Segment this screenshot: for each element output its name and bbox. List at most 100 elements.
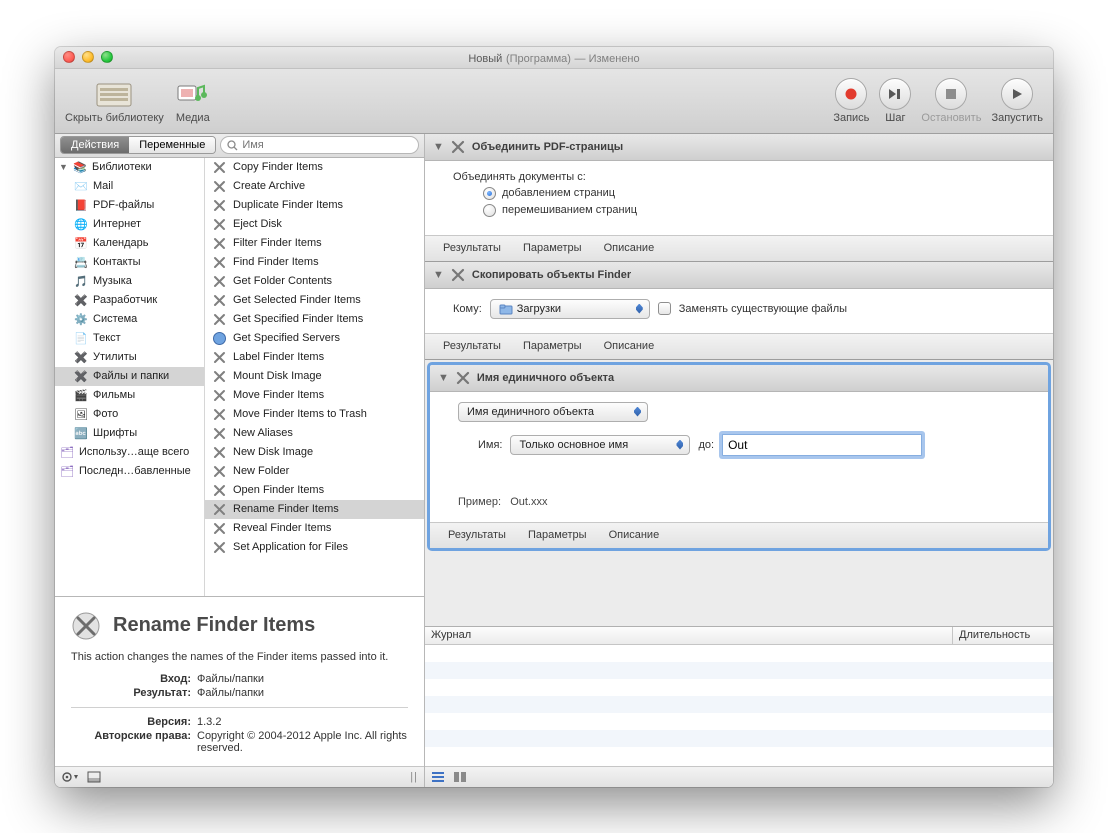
disclosure-icon[interactable]: ▼ — [433, 141, 444, 153]
automator-cross-icon — [211, 406, 227, 422]
tree-item[interactable]: ✖️Утилиты — [55, 348, 204, 367]
action-list-item[interactable]: Copy Finder Items — [205, 158, 424, 177]
tree-item[interactable]: 📄Текст — [55, 329, 204, 348]
hide-library-button[interactable]: Скрыть библиотеку — [65, 78, 164, 124]
search-field[interactable] — [220, 136, 419, 154]
action-list-item[interactable]: Open Finder Items — [205, 481, 424, 500]
disclosure-icon[interactable]: ▼ — [438, 372, 449, 384]
action-list-item[interactable]: Get Selected Finder Items — [205, 291, 424, 310]
info-version-key: Версия: — [71, 716, 191, 728]
minimize-window-button[interactable] — [82, 51, 94, 63]
tree-item[interactable]: 🎵Музыка — [55, 272, 204, 291]
tree-item[interactable]: ✖️Разработчик — [55, 291, 204, 310]
disclosure-icon[interactable]: ▼ — [433, 269, 444, 281]
journal-col-duration[interactable]: Длительность — [953, 627, 1053, 644]
action-list-item[interactable]: Mount Disk Image — [205, 367, 424, 386]
action-list-item[interactable]: Move Finder Items to Trash — [205, 405, 424, 424]
automator-cross-icon — [211, 197, 227, 213]
log-view-button[interactable] — [453, 771, 467, 783]
radio-append-label: добавлением страниц — [502, 187, 615, 199]
footer-results[interactable]: Результаты — [443, 340, 501, 352]
workflow-scroll[interactable]: ▼ Объединить PDF-страницы Объединять док… — [425, 134, 1053, 626]
tree-item[interactable]: 🎬Фильмы — [55, 386, 204, 405]
folder-icon — [499, 303, 513, 315]
tree-item[interactable]: 🔤Шрифты — [55, 424, 204, 443]
record-button[interactable]: Запись — [833, 78, 869, 124]
tree-item[interactable]: 🖼Фото — [55, 405, 204, 424]
action-list-item[interactable]: New Disk Image — [205, 443, 424, 462]
action-list-item[interactable]: Create Archive — [205, 177, 424, 196]
action-list[interactable]: Copy Finder Items Create Archive Duplica… — [205, 158, 424, 596]
tree-item[interactable]: 📕PDF-файлы — [55, 196, 204, 215]
tab-actions[interactable]: Действия — [61, 137, 129, 153]
rename-scope-select[interactable]: Только основное имя — [510, 435, 690, 455]
action-label: Set Application for Files — [233, 541, 348, 553]
wf-header[interactable]: ▼ Имя единичного объекта — [430, 365, 1048, 392]
action-list-item[interactable]: New Folder — [205, 462, 424, 481]
gear-menu-button[interactable] — [61, 771, 79, 783]
list-view-button[interactable] — [431, 771, 445, 783]
footer-desc[interactable]: Описание — [609, 529, 660, 541]
rename-value-input[interactable] — [722, 434, 922, 456]
run-icon — [1001, 78, 1033, 110]
combine-opt-shuffle[interactable]: перемешиванием страниц — [483, 204, 1025, 217]
combine-opt-append[interactable]: добавлением страниц — [483, 187, 1025, 200]
action-list-item[interactable]: Eject Disk — [205, 215, 424, 234]
run-button[interactable]: Запустить — [991, 78, 1043, 124]
workflow-action-rename: ▼ Имя единичного объекта Имя единичного … — [427, 362, 1051, 551]
footer-params[interactable]: Параметры — [528, 529, 587, 541]
footer-desc[interactable]: Описание — [604, 242, 655, 254]
zoom-window-button[interactable] — [101, 51, 113, 63]
media-button[interactable]: Медиа — [174, 78, 212, 124]
tree-item[interactable]: 📅Календарь — [55, 234, 204, 253]
footer-params[interactable]: Параметры — [523, 340, 582, 352]
collapse-info-button[interactable] — [87, 771, 101, 783]
tree-item[interactable]: ⚙️Система — [55, 310, 204, 329]
search-input[interactable] — [242, 139, 412, 151]
tree-smart-folder[interactable]: 🗂Последн…бавленные — [55, 462, 204, 481]
tree-item[interactable]: 📇Контакты — [55, 253, 204, 272]
action-list-item[interactable]: Find Finder Items — [205, 253, 424, 272]
action-list-item[interactable]: Set Application for Files — [205, 538, 424, 557]
footer-results[interactable]: Результаты — [448, 529, 506, 541]
globe-icon — [211, 330, 227, 346]
action-list-item[interactable]: Get Specified Servers — [205, 329, 424, 348]
footer-params[interactable]: Параметры — [523, 242, 582, 254]
action-list-item[interactable]: Get Specified Finder Items — [205, 310, 424, 329]
action-list-item[interactable]: Move Finder Items — [205, 386, 424, 405]
action-list-item[interactable]: Duplicate Finder Items — [205, 196, 424, 215]
footer-results[interactable]: Результаты — [443, 242, 501, 254]
tree-smart-folder[interactable]: 🗂Использу…аще всего — [55, 443, 204, 462]
stop-button[interactable]: Остановить — [921, 78, 981, 124]
wf-header[interactable]: ▼ Скопировать объекты Finder — [425, 262, 1053, 289]
tree-item[interactable]: ✖️Файлы и папки — [55, 367, 204, 386]
action-list-item[interactable]: New Aliases — [205, 424, 424, 443]
rename-mode-select[interactable]: Имя единичного объекта — [458, 402, 648, 422]
traffic-lights — [63, 51, 113, 63]
action-list-item[interactable]: Filter Finder Items — [205, 234, 424, 253]
wf-title: Объединить PDF-страницы — [472, 141, 623, 153]
category-tree[interactable]: ▼ 📚Библиотеки ✉️Mail 📕PDF-файлы 🌐Интерне… — [55, 158, 205, 596]
tab-variables[interactable]: Переменные — [129, 137, 215, 153]
close-window-button[interactable] — [63, 51, 75, 63]
journal-col-name[interactable]: Журнал — [425, 627, 953, 644]
tree-item[interactable]: 🌐Интернет — [55, 215, 204, 234]
table-row — [425, 730, 1053, 747]
replace-checkbox[interactable] — [658, 302, 671, 315]
step-button[interactable]: Шаг — [879, 78, 911, 124]
radio-shuffle[interactable] — [483, 204, 496, 217]
action-list-item[interactable]: Get Folder Contents — [205, 272, 424, 291]
automator-cross-icon — [211, 273, 227, 289]
wf-header[interactable]: ▼ Объединить PDF-страницы — [425, 134, 1053, 161]
workflow-action-combine-pdf: ▼ Объединить PDF-страницы Объединять док… — [425, 134, 1053, 262]
copy-destination-select[interactable]: Загрузки — [490, 299, 650, 319]
action-list-item[interactable]: Rename Finder Items — [205, 500, 424, 519]
footer-desc[interactable]: Описание — [604, 340, 655, 352]
column-grip-icon[interactable]: || — [410, 771, 418, 783]
action-list-item[interactable]: Label Finder Items — [205, 348, 424, 367]
left-status-bar: || — [55, 766, 424, 787]
tree-item[interactable]: ✉️Mail — [55, 177, 204, 196]
action-list-item[interactable]: Reveal Finder Items — [205, 519, 424, 538]
tree-root[interactable]: ▼ 📚Библиотеки — [55, 158, 204, 177]
radio-append[interactable] — [483, 187, 496, 200]
